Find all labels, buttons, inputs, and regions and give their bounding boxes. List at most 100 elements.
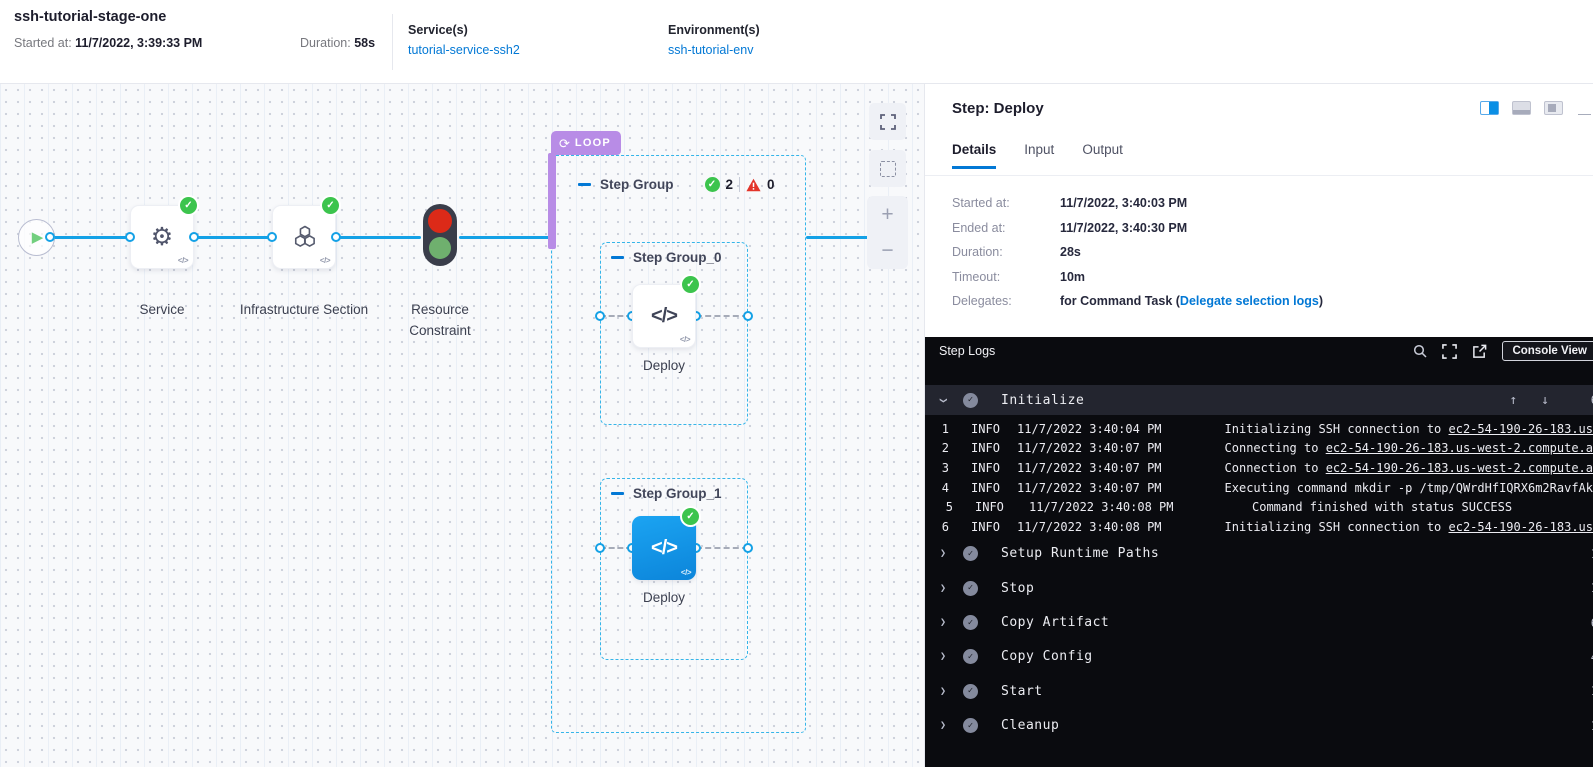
log-section-copy-artifact[interactable]: ❯ ✓ Copy Artifact 6: [925, 605, 1593, 639]
resource-constraint-label: Resource Constraint: [380, 300, 500, 342]
chevron-right-icon[interactable]: ❯: [940, 720, 946, 731]
port: [125, 232, 135, 242]
step-details-panel: Step: Deploy — Details Input Output Star…: [925, 84, 1593, 767]
log-section-copy-config[interactable]: ❯ ✓ Copy Config 4: [925, 640, 1593, 674]
loop-badge-label: LOOP: [575, 137, 611, 149]
detail-row-ended: Ended at: 11/7/2022, 3:40:30 PM: [952, 221, 1323, 235]
log-section-stop[interactable]: ❯ ✓ Stop 1: [925, 571, 1593, 605]
scroll-down-icon[interactable]: ↓: [1541, 393, 1549, 408]
host-link[interactable]: ec2-54-190-26-183.us-west-2.compute.a: [1326, 441, 1593, 455]
log-message: Command finished with status SUCCESS: [1252, 500, 1512, 514]
check-icon: ✓: [686, 279, 694, 290]
check-icon: ✓: [184, 200, 192, 211]
right-view-button[interactable]: [1544, 101, 1563, 115]
tab-details[interactable]: Details: [952, 142, 996, 169]
connector: [194, 236, 272, 239]
step-logs: Step Logs: [925, 337, 1593, 767]
success-badge: ✓: [322, 197, 339, 214]
collapse-button[interactable]: [611, 492, 624, 495]
log-section-cleanup[interactable]: ❯ ✓ Cleanup 1: [925, 709, 1593, 743]
chevron-down-icon[interactable]: ❯: [938, 397, 949, 403]
zoom-in-button[interactable]: +: [881, 204, 893, 225]
line-number: 4: [933, 481, 949, 495]
section-name: Initialize: [1001, 393, 1084, 408]
log-time: 11/7/2022 3:40:07 PM: [1017, 481, 1162, 495]
line-number: 5: [933, 500, 953, 514]
chevron-right-icon[interactable]: ❯: [940, 651, 946, 662]
log-section-initialize[interactable]: ❯ ✓ Initialize ↑ ↓ 6: [925, 385, 1593, 415]
deploy-node-0[interactable]: </> </>: [632, 284, 696, 348]
host-link[interactable]: ec2-54-190-26-183.us-west-2.compute.a: [1326, 461, 1593, 475]
connector: [336, 236, 421, 239]
log-message: Initializing SSH connection to ec2-54-19…: [1225, 422, 1593, 436]
resource-constraint-node[interactable]: [423, 204, 457, 266]
service-node[interactable]: ⚙ </>: [130, 205, 194, 269]
selection-button[interactable]: [869, 150, 906, 187]
log-line: 5 INFO 11/7/2022 3:40:08 PM Command fini…: [925, 497, 1593, 517]
fullscreen-button[interactable]: [869, 103, 906, 140]
step-group-0-header: Step Group_0: [611, 250, 722, 265]
log-line: 6 INFO 11/7/2022 3:40:08 PM Initializing…: [925, 517, 1593, 537]
scroll-up-icon[interactable]: ↑: [1509, 393, 1517, 408]
pipeline-canvas[interactable]: ▶ ⚙ </> ✓ Service </> ✓: [0, 84, 925, 767]
log-nav-arrows: ↑ ↓: [1509, 393, 1549, 408]
delegate-logs-link[interactable]: Delegate selection logs: [1180, 294, 1319, 308]
section-name: Copy Artifact: [1001, 615, 1109, 630]
split-view-button[interactable]: [1480, 101, 1499, 115]
log-section-setup-runtime-paths[interactable]: ❯ ✓ Setup Runtime Paths 1: [925, 537, 1593, 571]
infrastructure-node-label: Infrastructure Section: [239, 300, 369, 321]
chevron-right-icon[interactable]: ❯: [940, 548, 946, 559]
detail-label: Delegates:: [952, 294, 1060, 308]
connector: [50, 236, 130, 239]
panel-title: Step: Deploy: [952, 100, 1044, 117]
check-icon: ✓: [326, 200, 334, 211]
success-badge: ✓: [682, 276, 699, 293]
section-check-icon: ✓: [963, 393, 978, 408]
chevron-right-icon[interactable]: ❯: [940, 583, 946, 594]
tab-output[interactable]: Output: [1082, 142, 1123, 169]
host-link[interactable]: ec2-54-190-26-183.us: [1449, 422, 1593, 436]
started-at-label: Started at:: [14, 36, 72, 50]
chevron-right-icon[interactable]: ❯: [940, 617, 946, 628]
service-link[interactable]: tutorial-service-ssh2: [408, 43, 520, 57]
search-icon[interactable]: [1413, 344, 1427, 358]
infrastructure-node[interactable]: </>: [272, 205, 336, 269]
split-view-icon: [1489, 102, 1498, 114]
section-check-icon: ✓: [963, 718, 978, 733]
console-view-toggle[interactable]: Console View: [1502, 341, 1593, 361]
host-link[interactable]: ec2-54-190-26-183.us: [1449, 520, 1593, 534]
services-label: Service(s): [408, 23, 520, 37]
detail-value: 11/7/2022, 3:40:03 PM: [1060, 196, 1187, 210]
code-mini-icon: </>: [680, 335, 690, 344]
minimize-panel-button[interactable]: —: [1578, 106, 1591, 121]
chevron-right-icon[interactable]: ❯: [940, 686, 946, 697]
detail-label: Timeout:: [952, 270, 1060, 284]
log-level: INFO: [971, 441, 1003, 455]
zoom-out-button[interactable]: −: [881, 240, 893, 261]
deploy-node-1-selected[interactable]: </> </>: [632, 516, 696, 580]
environment-link[interactable]: ssh-tutorial-env: [668, 43, 760, 57]
port: [189, 232, 199, 242]
collapse-button[interactable]: [611, 256, 624, 259]
deploy-node-0-label: Deploy: [614, 356, 714, 377]
log-line: 4 INFO 11/7/2022 3:40:07 PM Executing co…: [925, 478, 1593, 498]
line-number: 1: [933, 422, 949, 436]
section-name: Stop: [1001, 581, 1034, 596]
line-number: 2: [933, 441, 949, 455]
started-at: Started at: 11/7/2022, 3:39:33 PM: [14, 36, 202, 50]
tab-input[interactable]: Input: [1024, 142, 1054, 169]
execution-header: ssh-tutorial-stage-one Started at: 11/7/…: [0, 0, 1593, 84]
log-section-start[interactable]: ❯ ✓ Start 1: [925, 674, 1593, 708]
expand-logs-icon[interactable]: [1442, 344, 1457, 359]
collapse-button[interactable]: [578, 183, 591, 186]
port: [743, 543, 753, 553]
log-time: 11/7/2022 3:40:04 PM: [1017, 422, 1162, 436]
service-node-label: Service: [112, 300, 212, 321]
log-time: 11/7/2022 3:40:08 PM: [1017, 520, 1162, 534]
traffic-light-green-icon: [429, 237, 451, 259]
count-divider: [739, 177, 740, 192]
open-in-new-icon[interactable]: [1472, 344, 1487, 359]
port: [267, 232, 277, 242]
bottom-view-button[interactable]: [1512, 101, 1531, 115]
log-message: Connection to ec2-54-190-26-183.us-west-…: [1225, 461, 1593, 475]
